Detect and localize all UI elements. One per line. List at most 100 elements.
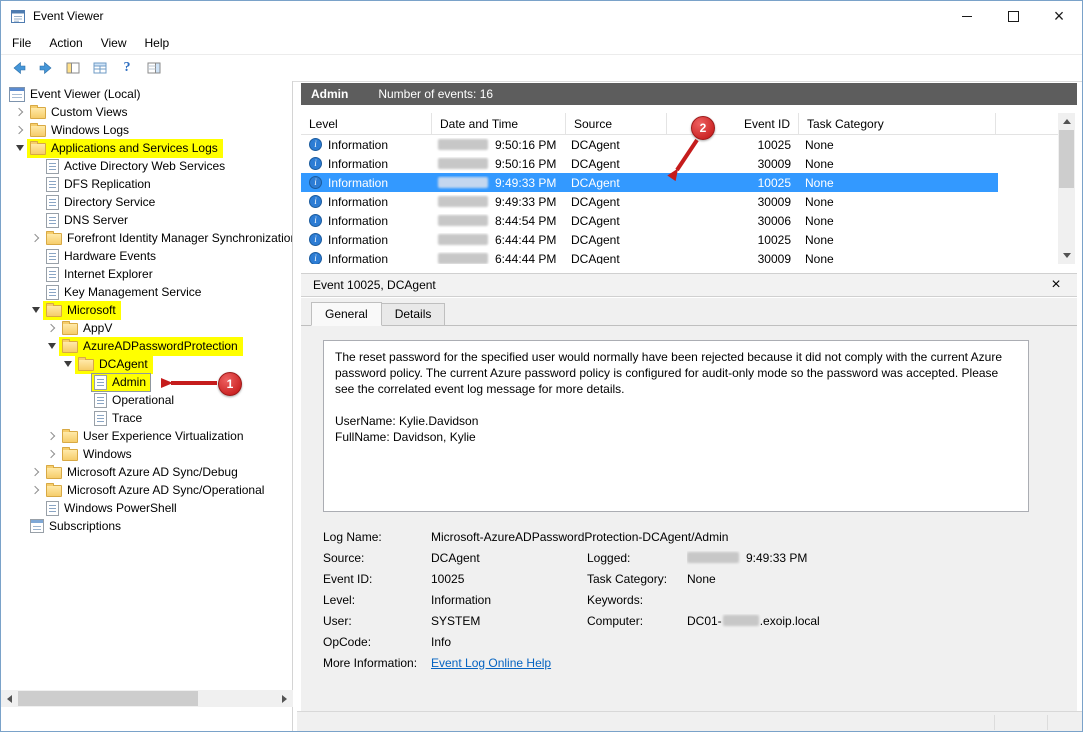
chevron-right-icon[interactable]: [29, 465, 43, 479]
maximize-icon: [1008, 11, 1019, 22]
tree-item-windows-logs[interactable]: Windows Logs: [1, 121, 292, 139]
event-id-value: 10025: [431, 572, 587, 586]
chevron-spacer: [29, 267, 43, 281]
tree-item-label: Microsoft Azure AD Sync/Operational: [67, 483, 264, 497]
chevron-right-icon[interactable]: [29, 231, 43, 245]
information-icon: [309, 214, 322, 227]
user-label: User:: [323, 614, 431, 628]
chevron-down-icon[interactable]: [29, 303, 43, 317]
event-row[interactable]: Information9:49:33 PMDCAgent30009None: [301, 192, 998, 211]
event-row[interactable]: Information6:44:44 PMDCAgent30009None: [301, 249, 998, 264]
tree-item-trace[interactable]: Trace: [1, 409, 292, 427]
maximize-button[interactable]: [990, 1, 1036, 31]
level-label: Level:: [323, 593, 431, 607]
tree-item-key-management-service[interactable]: Key Management Service: [1, 283, 292, 301]
menu-action[interactable]: Action: [40, 31, 91, 54]
tree-item-operational[interactable]: Operational: [1, 391, 292, 409]
event-log-online-help-link[interactable]: Event Log Online Help: [431, 656, 551, 670]
chevron-down-icon[interactable]: [45, 339, 59, 353]
tree-item-event-viewer-local[interactable]: Event Viewer (Local): [1, 85, 292, 103]
menu-help[interactable]: Help: [136, 31, 179, 54]
tree-item-microsoft-azure-ad-sync-debug[interactable]: Microsoft Azure AD Sync/Debug: [1, 463, 292, 481]
detail-close-icon[interactable]: [1047, 277, 1065, 293]
tree-item-applications-and-services-logs[interactable]: Applications and Services Logs: [1, 139, 292, 157]
redacted-date: [438, 158, 488, 169]
back-button[interactable]: [7, 57, 31, 79]
column-header-event-id[interactable]: Event ID: [667, 113, 799, 134]
help-button[interactable]: ?: [115, 57, 139, 79]
column-header-level[interactable]: Level: [301, 113, 432, 134]
scroll-right-arrow[interactable]: [276, 690, 293, 707]
detail-tabs: General Details: [311, 303, 445, 326]
folder-icon: [46, 485, 62, 497]
redacted-date: [438, 253, 488, 264]
tree-item-label: Applications and Services Logs: [51, 141, 218, 155]
event-description: The reset password for the specified use…: [335, 349, 1017, 397]
tree-item-windows[interactable]: Windows: [1, 445, 292, 463]
tree-item-label: Windows Logs: [51, 123, 129, 137]
tree-item-directory-service[interactable]: Directory Service: [1, 193, 292, 211]
event-list-scrollbar[interactable]: [1058, 113, 1075, 264]
tree-item-forefront-identity-manager-synchronization[interactable]: Forefront Identity Manager Synchronizati…: [1, 229, 292, 247]
column-header-date-and-time[interactable]: Date and Time: [432, 113, 566, 134]
event-row-selected[interactable]: Information9:49:33 PMDCAgent10025None: [301, 173, 998, 192]
chevron-right-icon[interactable]: [45, 429, 59, 443]
console-tree-button[interactable]: [61, 57, 85, 79]
tree-item-subscriptions[interactable]: Subscriptions: [1, 517, 292, 535]
divider: [1047, 715, 1048, 730]
event-row[interactable]: Information8:44:54 PMDCAgent30006None: [301, 211, 998, 230]
chevron-right-icon[interactable]: [45, 321, 59, 335]
tree-item-azureadpasswordprotection[interactable]: AzureADPasswordProtection: [1, 337, 292, 355]
tab-general[interactable]: General: [311, 302, 382, 326]
console-tree-icon: [65, 60, 81, 76]
source-label: Source:: [323, 551, 431, 565]
column-header-task-category[interactable]: Task Category: [799, 113, 996, 134]
chevron-right-icon[interactable]: [29, 483, 43, 497]
tree-item-label: Microsoft: [67, 303, 116, 317]
tree-item-microsoft[interactable]: Microsoft: [1, 301, 292, 319]
event-row[interactable]: Information9:50:16 PMDCAgent10025None: [301, 135, 998, 154]
chevron-right-icon[interactable]: [13, 123, 27, 137]
menu-file[interactable]: File: [3, 31, 40, 54]
tree-item-dfs-replication[interactable]: DFS Replication: [1, 175, 292, 193]
close-button[interactable]: [1036, 1, 1082, 31]
tree-item-custom-views[interactable]: Custom Views: [1, 103, 292, 121]
action-pane-button[interactable]: [142, 57, 166, 79]
tree-item-dns-server[interactable]: DNS Server: [1, 211, 292, 229]
tree-item-windows-powershell[interactable]: Windows PowerShell: [1, 499, 292, 517]
scroll-left-arrow[interactable]: [1, 690, 18, 707]
vertical-scroll-thumb[interactable]: [1059, 130, 1074, 188]
chevron-right-icon[interactable]: [13, 105, 27, 119]
tree-item-user-experience-virtualization[interactable]: User Experience Virtualization: [1, 427, 292, 445]
tree-item-active-directory-web-services[interactable]: Active Directory Web Services: [1, 157, 292, 175]
table-view-button[interactable]: [88, 57, 112, 79]
menu-view[interactable]: View: [92, 31, 136, 54]
tree-item-label: Admin: [112, 375, 146, 389]
scroll-down-arrow[interactable]: [1058, 247, 1075, 264]
event-row[interactable]: Information9:50:16 PMDCAgent30009None: [301, 154, 998, 173]
tree-item-appv[interactable]: AppV: [1, 319, 292, 337]
tree-item-internet-explorer[interactable]: Internet Explorer: [1, 265, 292, 283]
tab-details[interactable]: Details: [382, 303, 446, 326]
horizontal-scroll-thumb[interactable]: [18, 691, 198, 706]
table-icon: [92, 60, 108, 76]
chevron-spacer: [77, 393, 91, 407]
chevron-down-icon[interactable]: [13, 141, 27, 155]
annotation-badge-2: 2: [691, 116, 715, 140]
chevron-down-icon[interactable]: [61, 357, 75, 371]
minimize-button[interactable]: [944, 1, 990, 31]
user-value: SYSTEM: [431, 614, 587, 628]
event-row[interactable]: Information6:44:44 PMDCAgent10025None: [301, 230, 998, 249]
chevron-right-icon[interactable]: [45, 447, 59, 461]
column-header-source[interactable]: Source: [566, 113, 667, 134]
scroll-up-arrow[interactable]: [1058, 113, 1075, 130]
back-arrow-icon: [11, 60, 27, 76]
tree-item-dcagent[interactable]: DCAgent: [1, 355, 292, 373]
tree-item-microsoft-azure-ad-sync-operational[interactable]: Microsoft Azure AD Sync/Operational: [1, 481, 292, 499]
redacted-date: [687, 552, 739, 563]
tree-horizontal-scrollbar[interactable]: [1, 690, 293, 707]
tree-item-hardware-events[interactable]: Hardware Events: [1, 247, 292, 265]
log-name-value: Microsoft-AzureADPasswordProtection-DCAg…: [431, 530, 1035, 544]
tree-item-admin[interactable]: Admin: [1, 373, 292, 391]
forward-button[interactable]: [34, 57, 58, 79]
